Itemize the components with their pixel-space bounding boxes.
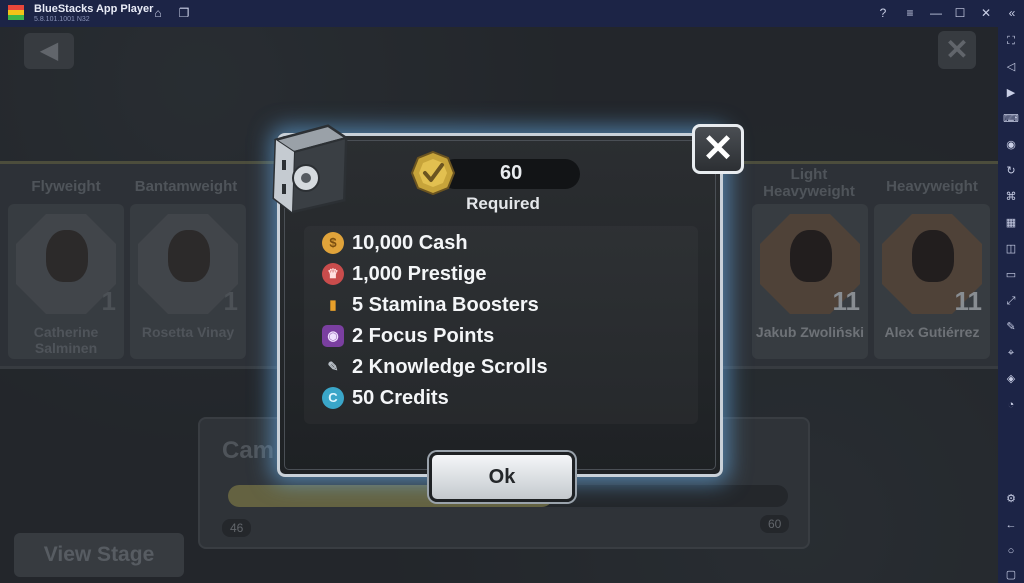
maximize-icon[interactable]: ☐ [952, 5, 968, 21]
screenshot-icon[interactable]: ◫ [1003, 241, 1019, 257]
game-viewport: ◀ ✕ Flyweight Bantamweight Light Heavywe… [0, 27, 998, 583]
volume-icon[interactable]: ◁ [1003, 59, 1019, 75]
title-bar: BlueStacks App Player 5.8.101.1001 N32 ⌂… [0, 0, 1024, 27]
modal-close-button[interactable]: ✕ [692, 124, 744, 174]
list-item: C 50 Credits [322, 385, 449, 411]
settings-icon[interactable]: ⚙ [1003, 491, 1019, 507]
credits-icon: C [322, 387, 344, 409]
help-icon[interactable]: ? [875, 5, 891, 21]
list-item: ◉ 2 Focus Points [322, 323, 494, 349]
app-version: 5.8.101.1001 N32 [34, 16, 90, 23]
minimize-icon[interactable]: — [928, 5, 944, 21]
reward-modal: ✕ 60 Required $ 10,000 Cash ♛ 1,000 Pres… [272, 124, 744, 502]
prestige-icon: ♛ [322, 263, 344, 285]
scroll-icon: ✎ [327, 359, 339, 374]
reward-text: 2 Knowledge Scrolls [352, 355, 548, 378]
close-x-icon: ✕ [702, 128, 734, 170]
home-icon[interactable]: ⌂ [150, 5, 166, 21]
video-icon[interactable]: ▶ [1003, 85, 1019, 101]
reward-text: 50 Credits [352, 386, 449, 409]
multi-instance-icon[interactable]: ❐ [176, 5, 192, 21]
app-title: BlueStacks App Player [34, 3, 154, 15]
list-item: ✎ 2 Knowledge Scrolls [322, 354, 548, 380]
android-home-icon[interactable]: ○ [1003, 543, 1019, 559]
bluestacks-logo-icon [8, 5, 24, 20]
fullscreen-icon[interactable]: ⛶ [1003, 33, 1019, 49]
reward-text: 1,000 Prestige [352, 262, 487, 285]
ok-button[interactable]: Ok [429, 452, 575, 502]
list-item: ♛ 1,000 Prestige [322, 261, 487, 287]
focus-icon: ◉ [322, 325, 344, 347]
campaign-medal-icon [410, 150, 456, 196]
reward-text: 5 Stamina Boosters [352, 293, 539, 316]
list-item: $ 10,000 Cash [322, 230, 468, 256]
folder-icon[interactable]: ▭ [1003, 267, 1019, 283]
shake-icon[interactable]: ⌘ [1003, 189, 1019, 205]
reward-text: 10,000 Cash [352, 231, 468, 254]
layers-icon[interactable]: ◈ [1003, 371, 1019, 387]
eco-mode-icon[interactable]: ✎ [1003, 319, 1019, 335]
rotate-icon[interactable]: ↻ [1003, 163, 1019, 179]
required-label: Required [466, 194, 540, 213]
list-item: ▮ 5 Stamina Boosters [322, 292, 539, 318]
collapse-sidebar-icon[interactable]: « [1004, 5, 1020, 21]
required-amount: 60 [500, 162, 523, 184]
right-sidebar: ⛶ ◁ ▶ ⌨ ◉ ↻ ⌘ ▦ ◫ ▭ ⤢ ✎ ⌖ ◈ ◔ ⚙ ← ○ ▢ [998, 27, 1024, 583]
macro-icon[interactable]: ▦ [1003, 215, 1019, 231]
resize-icon[interactable]: ⤢ [1003, 293, 1019, 309]
close-window-icon[interactable]: ✕ [978, 5, 994, 21]
reward-list: $ 10,000 Cash ♛ 1,000 Prestige ▮ 5 Stami… [304, 226, 698, 424]
gamepad-icon[interactable]: ◉ [1003, 137, 1019, 153]
location-icon[interactable]: ⌖ [1003, 345, 1019, 361]
speed-icon[interactable]: ◔ [1003, 397, 1019, 413]
cash-icon: $ [322, 232, 344, 254]
recent-apps-icon[interactable]: ▢ [1003, 567, 1019, 583]
keyboard-icon[interactable]: ⌨ [1003, 111, 1019, 127]
required-amount-pill: 60 [440, 159, 580, 189]
stamina-icon: ▮ [329, 297, 337, 312]
reward-text: 2 Focus Points [352, 324, 495, 347]
menu-icon[interactable]: ≡ [902, 5, 918, 21]
back-icon[interactable]: ← [1003, 517, 1019, 533]
